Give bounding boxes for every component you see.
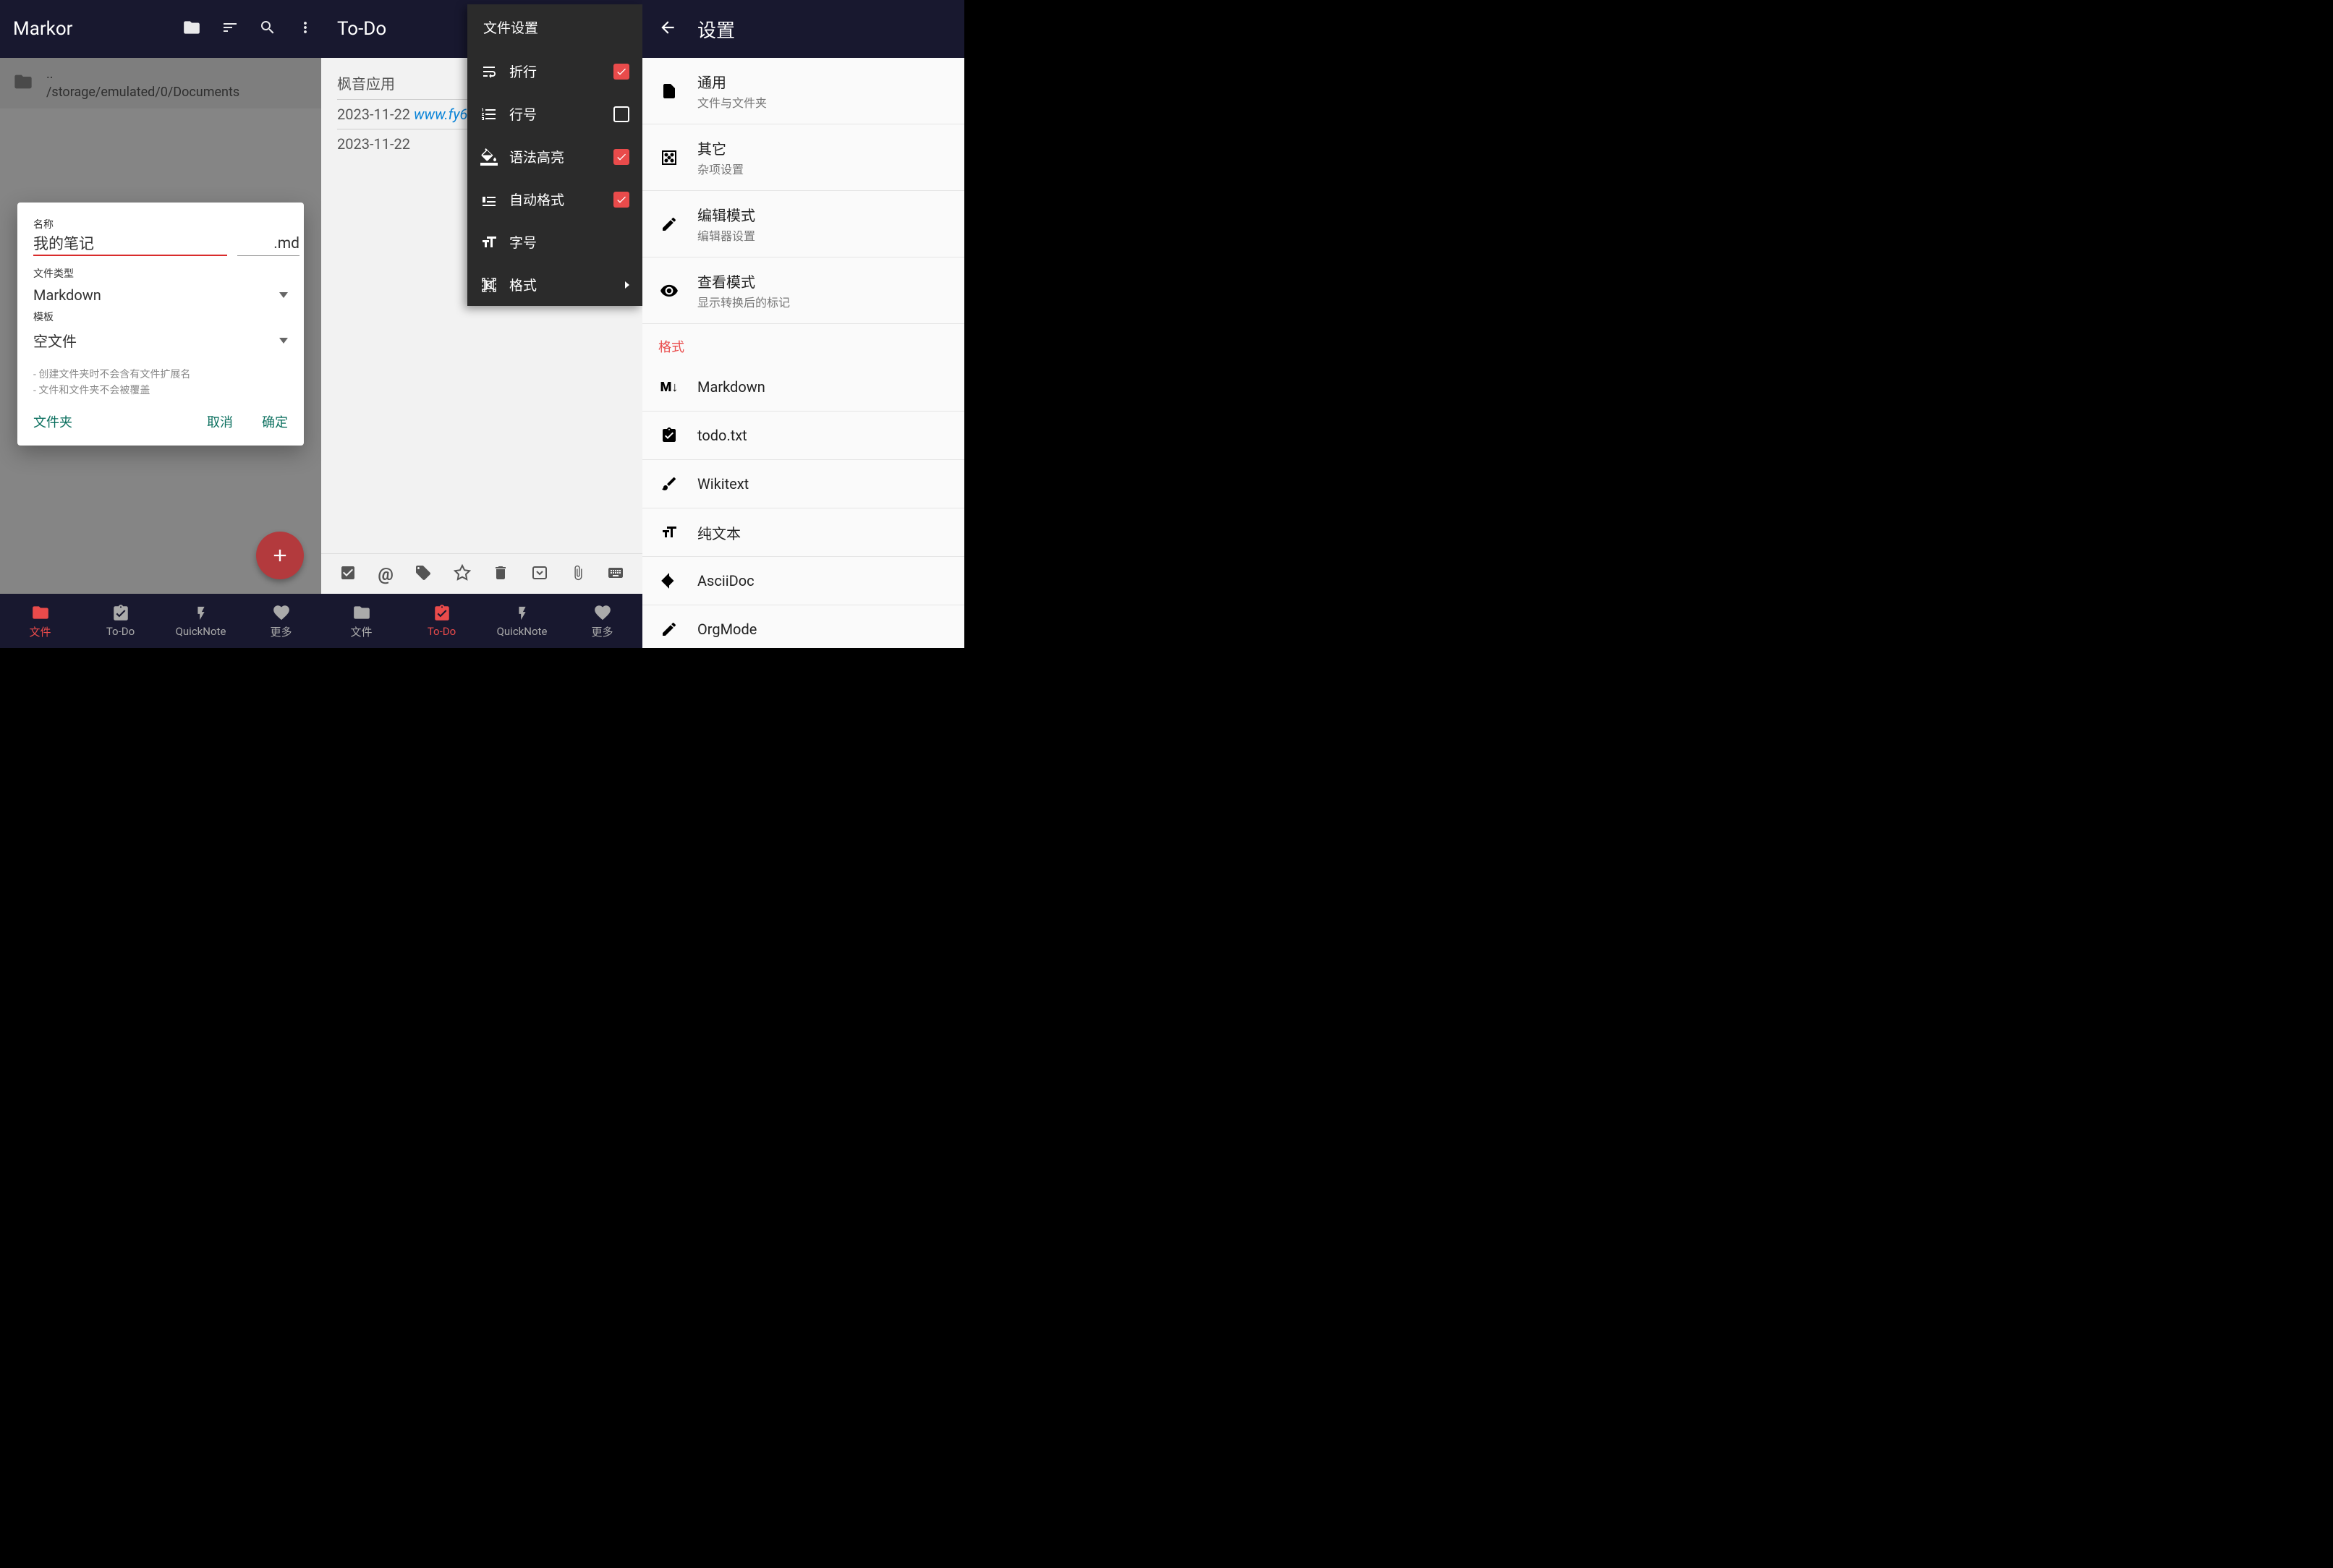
- attach-icon[interactable]: [570, 564, 586, 584]
- menu-format[interactable]: 格式: [467, 263, 642, 306]
- format-asciidoc[interactable]: AsciiDoc: [642, 557, 964, 605]
- nav-todo[interactable]: To-Do: [401, 594, 482, 648]
- search-icon[interactable]: [259, 19, 276, 39]
- nav-files[interactable]: 文件: [0, 594, 80, 648]
- fab-add[interactable]: [256, 532, 304, 579]
- checkbox-icon[interactable]: [339, 564, 357, 584]
- panel-todo: To-Do 枫音应用 2023-11-22 www.fy6l 2023-11-2…: [321, 0, 642, 648]
- template-label: 模板: [33, 310, 288, 324]
- checkbox-checked-icon: [613, 192, 629, 208]
- asciidoc-icon: [658, 570, 680, 592]
- chevron-down-icon: [279, 292, 288, 298]
- nav-quicknote[interactable]: QuickNote: [482, 594, 562, 648]
- nav-more[interactable]: 更多: [241, 594, 321, 648]
- editor-toolbar: @: [321, 553, 642, 594]
- checkbox-checked-icon: [613, 149, 629, 165]
- section-format: 格式: [642, 324, 964, 363]
- text-icon: [658, 521, 680, 543]
- keyboard-icon[interactable]: [607, 564, 624, 584]
- menu-fontsize[interactable]: 字号: [467, 221, 642, 263]
- format-wikitext[interactable]: Wikitext: [642, 460, 964, 508]
- menu-autoformat[interactable]: 自动格式: [467, 178, 642, 221]
- type-label: 文件类型: [33, 266, 288, 281]
- folder-button[interactable]: 文件夹: [33, 412, 72, 431]
- brush-icon: [658, 473, 680, 495]
- format-orgmode[interactable]: OrgMode: [642, 605, 964, 648]
- settings-other[interactable]: 其它 杂项设置: [642, 124, 964, 191]
- type-select[interactable]: Markdown: [33, 281, 288, 310]
- link-text: www.fy6l: [414, 106, 471, 123]
- tag-icon[interactable]: [415, 564, 432, 584]
- header-actions: [182, 18, 314, 40]
- back-icon[interactable]: [658, 18, 677, 40]
- nav-quicknote[interactable]: QuickNote: [161, 594, 241, 648]
- markdown-icon: M↓: [658, 376, 680, 398]
- star-icon[interactable]: [454, 564, 471, 584]
- chevron-right-icon: [625, 281, 629, 289]
- template-select[interactable]: 空文件: [33, 324, 288, 357]
- settings-list: 通用 文件与文件夹 其它 杂项设置 编辑模式 编辑器设置 查看模式 显示转换后的…: [642, 58, 964, 648]
- highlight-icon: [480, 148, 498, 166]
- file-settings-menu: 文件设置 折行 行号 语法高亮 自动格式 字号 格式: [467, 4, 642, 306]
- app-title: Markor: [13, 18, 72, 40]
- format-markdown[interactable]: M↓ Markdown: [642, 363, 964, 412]
- folder-icon[interactable]: [182, 18, 201, 40]
- nav-more[interactable]: 更多: [562, 594, 642, 648]
- bottom-nav: 文件 To-Do QuickNote 更多: [321, 594, 642, 648]
- chevron-down-icon: [279, 338, 288, 344]
- pencil-icon: [658, 213, 680, 235]
- panel-files: Markor .. /storage/emulated/0/Documents …: [0, 0, 321, 648]
- more-icon[interactable]: [297, 19, 314, 39]
- panel-settings: 设置 通用 文件与文件夹 其它 杂项设置 编辑模式 编辑器设置: [642, 0, 964, 648]
- autoformat-icon: [480, 191, 498, 208]
- menu-wrap[interactable]: 折行: [467, 50, 642, 93]
- menu-syntax[interactable]: 语法高亮: [467, 135, 642, 178]
- name-label: 名称: [33, 217, 288, 231]
- clipboard-check-icon: [658, 425, 680, 446]
- nav-todo[interactable]: To-Do: [80, 594, 161, 648]
- ok-button[interactable]: 确定: [262, 412, 288, 431]
- file-icon: [658, 80, 680, 102]
- settings-edit[interactable]: 编辑模式 编辑器设置: [642, 191, 964, 257]
- settings-view[interactable]: 查看模式 显示转换后的标记: [642, 257, 964, 324]
- delete-icon[interactable]: [492, 564, 509, 584]
- bottom-nav: 文件 To-Do QuickNote 更多: [0, 594, 321, 648]
- wrap-icon: [480, 63, 498, 80]
- checkbox-unchecked-icon: [613, 106, 629, 122]
- pen-icon: [658, 618, 680, 640]
- header-bar: 设置: [642, 0, 964, 58]
- menu-lineno[interactable]: 行号: [467, 93, 642, 135]
- nav-files[interactable]: 文件: [321, 594, 401, 648]
- dialog-hints: - 创建文件夹时不会含有文件扩展名 - 文件和文件夹不会被覆盖: [33, 367, 288, 399]
- header-bar: Markor: [0, 0, 321, 58]
- page-title: To-Do: [337, 18, 386, 40]
- lineno-icon: [480, 106, 498, 123]
- settings-general[interactable]: 通用 文件与文件夹: [642, 58, 964, 124]
- page-title: 设置: [697, 16, 735, 43]
- dice-icon: [658, 147, 680, 169]
- eye-icon: [658, 280, 680, 302]
- new-file-dialog: 名称 文件类型 Markdown 模板 空文件 - 创建文件夹时不会含有文件扩展…: [17, 203, 304, 446]
- format-todotxt[interactable]: todo.txt: [642, 412, 964, 460]
- menu-header: 文件设置: [467, 4, 642, 50]
- cancel-button[interactable]: 取消: [207, 412, 233, 431]
- format-plaintext[interactable]: 纯文本: [642, 508, 964, 557]
- fontsize-icon: [480, 234, 498, 251]
- at-icon[interactable]: @: [378, 564, 394, 584]
- name-input[interactable]: [33, 231, 227, 256]
- sort-icon[interactable]: [221, 19, 239, 39]
- ext-input[interactable]: [237, 232, 299, 256]
- checkbox-checked-icon: [613, 64, 629, 80]
- browser-icon[interactable]: [531, 564, 548, 584]
- format-icon: [480, 276, 498, 294]
